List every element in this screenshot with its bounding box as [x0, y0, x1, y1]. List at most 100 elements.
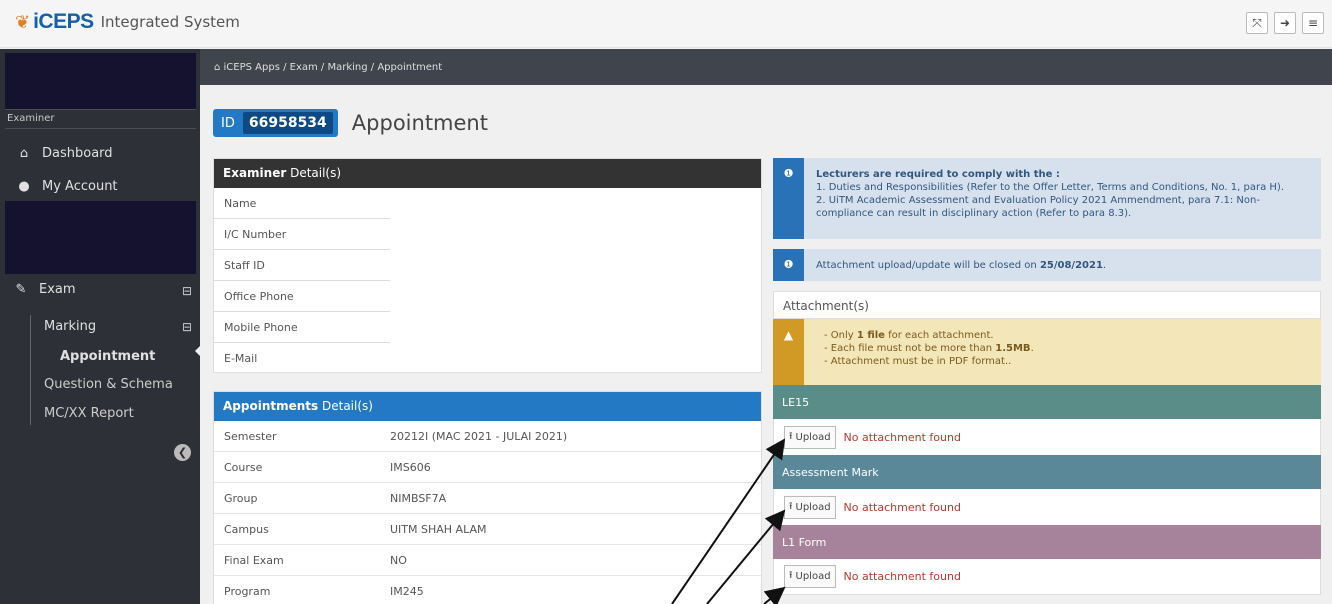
- section-assessment-header: Assessment Mark: [773, 455, 1321, 489]
- id-badge: ID 66958534: [213, 109, 338, 137]
- warning-icon: ▲: [773, 319, 804, 385]
- row-key: Program: [224, 584, 271, 598]
- user-icon: ●: [18, 179, 30, 194]
- notice-line: 1. Duties and Responsibilities (Refer to…: [816, 182, 1285, 193]
- attachment-warning: ▲ - Only 1 file for each attachment. - E…: [773, 319, 1321, 385]
- field-ic-number: I/C Number: [214, 219, 390, 250]
- appointments-title-bold: Appointments: [223, 399, 319, 413]
- app-subtitle: Integrated System: [100, 13, 240, 31]
- divider: [5, 109, 196, 110]
- marking-collapse-icon[interactable]: ⊟: [182, 320, 192, 334]
- close-notice-end: .: [1102, 260, 1107, 271]
- no-attachment-status: No attachment found: [843, 500, 961, 514]
- sidebar-item-exam[interactable]: ✎ Exam: [12, 282, 76, 297]
- upload-assessment-button[interactable]: ⭱ Upload: [784, 495, 836, 519]
- breadcrumb[interactable]: ⌂ iCEPS Apps / Exam / Marking / Appointm…: [200, 49, 1332, 85]
- fullscreen-button[interactable]: ⤧: [1246, 12, 1268, 34]
- sidebar-item-question-schema[interactable]: Question & Schema: [44, 377, 173, 392]
- logout-button[interactable]: ➜: [1274, 12, 1296, 34]
- upload-icon: ⭱: [789, 430, 793, 442]
- sidebar-item-dashboard[interactable]: ⌂ Dashboard: [15, 146, 113, 161]
- no-attachment-status: No attachment found: [843, 430, 961, 444]
- section-le15-body: ⭱ Upload No attachment found: [773, 419, 1321, 455]
- page-title: Appointment: [351, 111, 488, 135]
- appointments-title-rest: Detail(s): [318, 399, 373, 413]
- field-name: Name: [214, 188, 390, 219]
- compliance-notice: ❶ Lecturers are required to comply with …: [773, 158, 1321, 239]
- profile-banner: [5, 53, 196, 109]
- appointments-panel: Appointments Detail(s) Semester 20212I (M…: [213, 391, 762, 604]
- upload-le15-button[interactable]: ⭱ Upload: [784, 425, 836, 449]
- collapse-sidebar-icon[interactable]: ❮: [174, 444, 191, 461]
- notice-heading: Lecturers are required to comply with th…: [816, 169, 1060, 180]
- examiner-title-rest: Detail(s): [286, 166, 342, 180]
- close-date-notice: ❶ Attachment upload/update will be close…: [773, 249, 1321, 281]
- row-key: Campus: [224, 522, 269, 536]
- tree-line: [30, 315, 31, 425]
- table-row: Program IM245: [214, 576, 761, 604]
- topbar-buttons: ⤧ ➜ ≡: [1246, 12, 1324, 34]
- warning-line: - Each file must not be more than 1.5MB.: [824, 343, 1034, 354]
- sidebar-item-mcxx-report[interactable]: MC/XX Report: [44, 406, 134, 421]
- notice-line: 2. UiTM Academic Assessment and Evaluati…: [816, 195, 1260, 206]
- warning-line: - Only 1 file for each attachment.: [824, 330, 994, 341]
- field-staff-id: Staff ID: [214, 250, 390, 281]
- sidebar-item-appointment[interactable]: Appointment: [60, 349, 155, 364]
- page-header: ID 66958534 Appointment: [213, 109, 488, 137]
- upload-l1-form-button[interactable]: ⭱ Upload: [784, 565, 836, 588]
- sidebar: Examiner ⌂ Dashboard ● My Account ✎ Exam…: [0, 49, 201, 604]
- row-key: Final Exam: [224, 553, 284, 567]
- menu-button[interactable]: ≡: [1302, 12, 1324, 34]
- sidebar-item-label: Dashboard: [42, 146, 113, 161]
- examiner-panel-header: Examiner Detail(s): [214, 159, 761, 188]
- table-row: Final Exam NO: [214, 545, 761, 576]
- warning-line: - Attachment must be in PDF format..: [824, 356, 1012, 367]
- app-logo[interactable]: ❦ iCEPS Integrated System: [15, 10, 240, 34]
- row-value: NIMBSF7A: [390, 491, 447, 505]
- logo-flower-icon: ❦: [15, 11, 31, 33]
- sidebar-item-my-account[interactable]: ● My Account: [15, 179, 118, 194]
- info-icon: ❶: [773, 158, 804, 239]
- logout-icon: ➜: [1279, 16, 1291, 30]
- edit-icon: ✎: [15, 282, 27, 297]
- row-value: NO: [390, 553, 407, 567]
- table-row: Course IMS606: [214, 452, 761, 483]
- row-key: Semester: [224, 429, 277, 443]
- examiner-title-bold: Examiner: [223, 166, 287, 180]
- row-key: Course: [224, 460, 263, 474]
- attachments-title: Attachment(s): [773, 291, 1321, 319]
- info-icon: ❶: [773, 249, 804, 281]
- close-notice-date: 25/08/2021: [1039, 260, 1103, 271]
- upload-icon: ⭱: [789, 500, 793, 512]
- close-notice-text: Attachment upload/update will be closed …: [816, 260, 1040, 271]
- menu-icon: ≡: [1307, 16, 1319, 30]
- sidebar-banner: [5, 201, 196, 274]
- section-assessment-body: ⭱ Upload No attachment found: [773, 489, 1321, 525]
- notice-line: compliance can result in disciplinary ac…: [816, 208, 1132, 219]
- sidebar-item-label: My Account: [42, 179, 118, 194]
- role-label: Examiner: [7, 113, 55, 124]
- section-l1-form-body: ⭱ Upload No attachment found: [773, 559, 1321, 595]
- sidebar-item-marking[interactable]: Marking: [44, 319, 96, 334]
- sidebar-item-label: Exam: [39, 282, 76, 297]
- appointments-panel-header: Appointments Detail(s): [214, 392, 761, 421]
- row-value: UITM SHAH ALAM: [390, 522, 487, 536]
- field-email: E-Mail: [224, 352, 258, 365]
- section-l1-form-header: L1 Form: [773, 525, 1321, 559]
- logo-brand: iCEPS: [33, 10, 94, 33]
- field-office-phone: Office Phone: [214, 281, 390, 312]
- exam-collapse-icon[interactable]: ⊟: [182, 284, 192, 298]
- home-icon: ⌂: [19, 146, 29, 161]
- row-value: IMS606: [390, 460, 431, 474]
- row-key: Group: [224, 491, 258, 505]
- main-content: ID 66958534 Appointment Examiner Detail(…: [200, 85, 1332, 604]
- top-bar: ❦ iCEPS Integrated System ⤧ ➜ ≡: [0, 0, 1332, 48]
- row-value: IM245: [390, 584, 424, 598]
- no-attachment-status: No attachment found: [843, 570, 961, 583]
- fullscreen-icon: ⤧: [1252, 15, 1262, 30]
- row-value: 20212I (MAC 2021 - JULAI 2021): [390, 429, 568, 443]
- examiner-panel: Examiner Detail(s) Name I/C Number Staff…: [213, 158, 762, 373]
- upload-icon: ⭱: [789, 570, 793, 581]
- table-row: Semester 20212I (MAC 2021 - JULAI 2021): [214, 421, 761, 452]
- id-label: ID: [221, 115, 235, 131]
